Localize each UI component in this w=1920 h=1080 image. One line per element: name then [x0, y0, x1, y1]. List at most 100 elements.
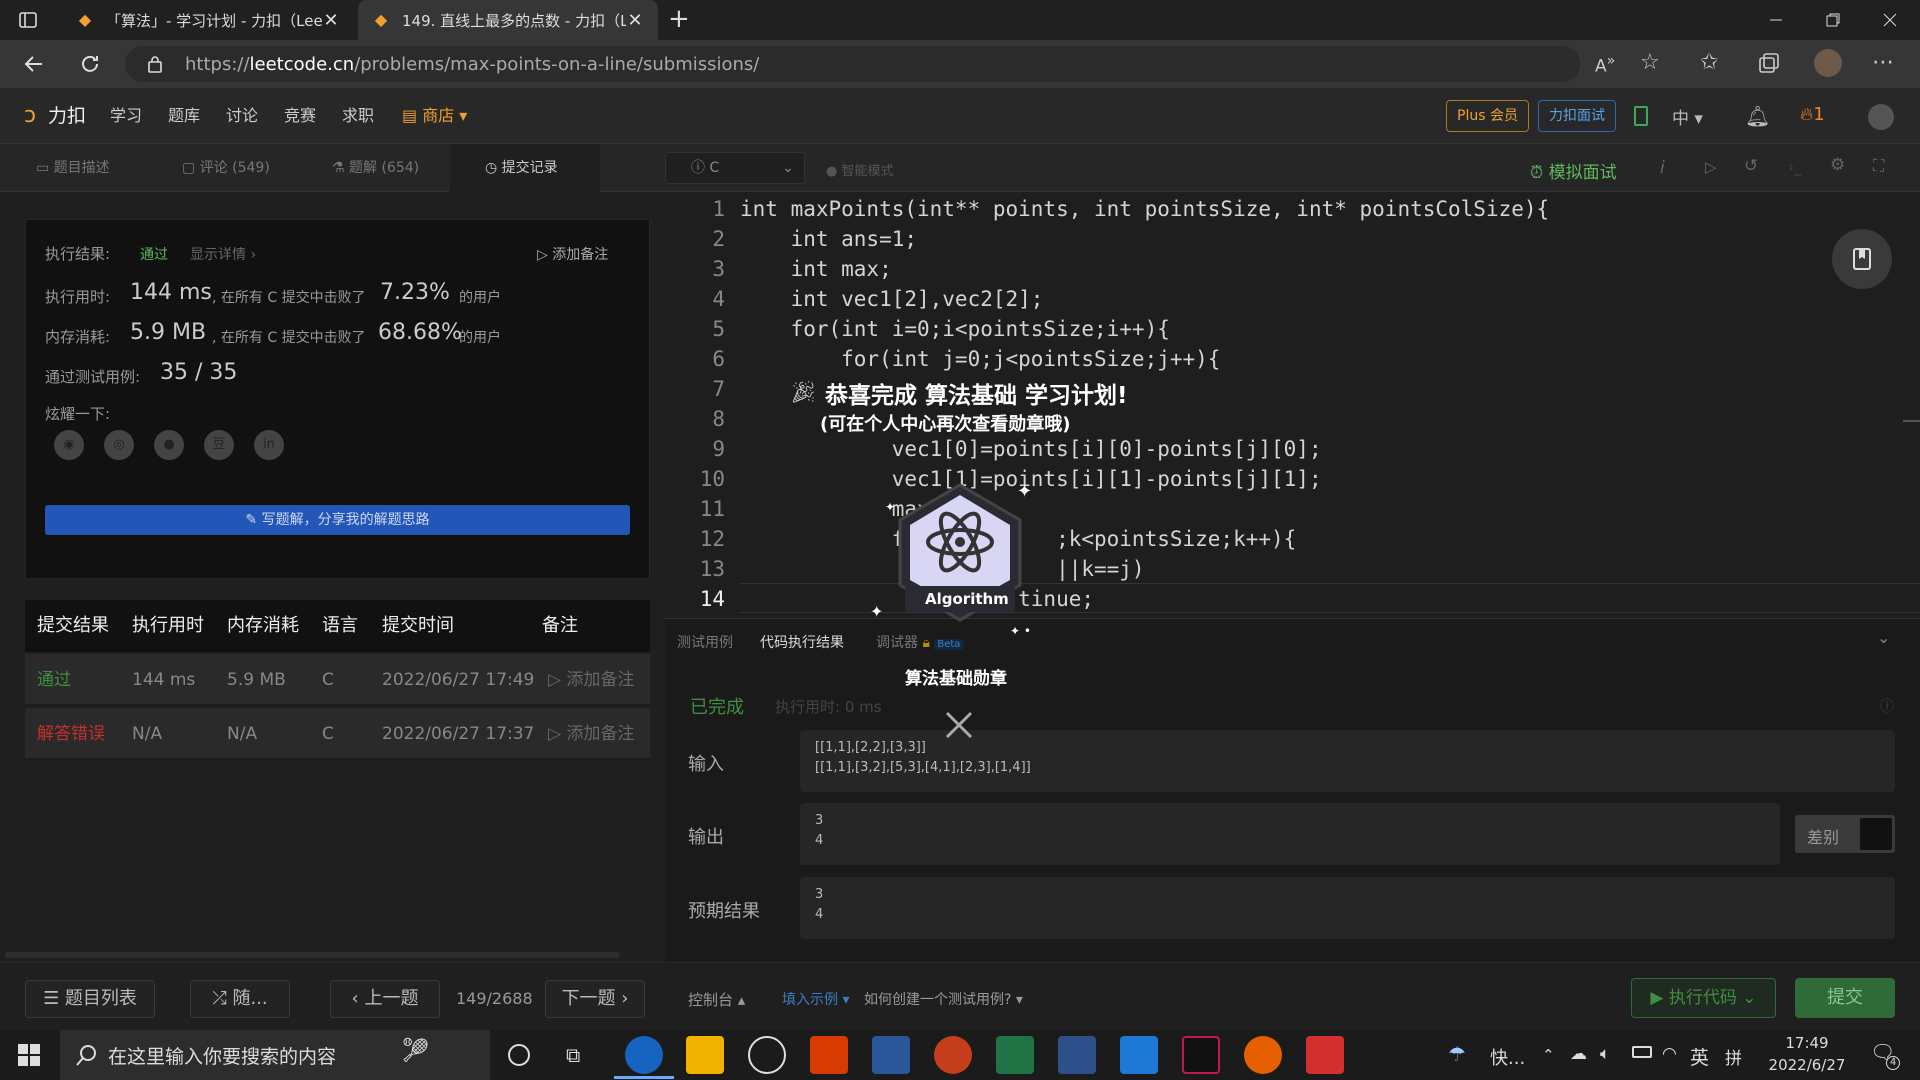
diff-toggle[interactable]: 差别 — [1795, 815, 1895, 853]
tab-testcase[interactable]: 测试用例 — [677, 632, 733, 652]
mock-interview-button[interactable]: ⏰︎ 模拟面试 — [1530, 158, 1617, 183]
how-to-testcase-link[interactable]: 如何创建一个测试用例? ▾ — [864, 989, 1023, 1009]
nav-jobs[interactable]: 求职 — [342, 88, 374, 144]
tab-debugger[interactable]: 调试器 🔒︎ Beta — [876, 632, 964, 652]
plus-member-button[interactable]: Plus 会员 — [1446, 100, 1529, 132]
firefox-icon[interactable] — [1244, 1036, 1282, 1074]
prev-problem-button[interactable]: ‹ 上一题 — [330, 980, 440, 1018]
language-switch[interactable]: 中 ▾ — [1672, 104, 1703, 129]
close-tab-icon[interactable]: ✕ — [626, 10, 644, 31]
edge-icon[interactable] — [625, 1036, 663, 1074]
qq-icon[interactable]: ● — [154, 430, 184, 460]
excel-icon[interactable] — [996, 1036, 1034, 1074]
run-code-button[interactable]: ▶ 执行代码 ⌄ — [1631, 978, 1776, 1018]
random-button[interactable]: ⤮ 随... — [190, 980, 290, 1018]
favorite-star-icon[interactable]: ☆ — [1640, 50, 1660, 75]
ime-lang[interactable]: 英 — [1690, 1043, 1709, 1070]
browser-tab-1[interactable]: ◆ 「算法」- 学习计划 - 力扣（Lee ✕ — [62, 0, 354, 40]
collections-icon[interactable] — [1758, 52, 1780, 74]
row-result[interactable]: 通过 — [37, 654, 71, 706]
linkedin-icon[interactable]: in — [254, 430, 284, 460]
restore-icon[interactable] — [1805, 0, 1861, 40]
reset-icon[interactable]: ↺ — [1744, 156, 1758, 176]
console-toggle[interactable]: 控制台 ▴ — [688, 989, 745, 1010]
language-select[interactable]: ⓘ C ⌄ — [665, 152, 805, 184]
site-logo-text[interactable]: 力扣 — [48, 88, 86, 144]
nav-problems[interactable]: 题库 — [168, 88, 200, 144]
wps-icon[interactable] — [1306, 1036, 1344, 1074]
terminal-icon[interactable]: ›_ — [1788, 158, 1802, 176]
powerpoint-icon[interactable] — [934, 1036, 972, 1074]
nav-learn[interactable]: 学习 — [110, 88, 142, 144]
clock-time[interactable]: 17:49 — [1772, 1034, 1842, 1052]
tab-solutions[interactable]: ⚗ 题解 (654) — [332, 144, 419, 192]
favorites-icon[interactable]: ✩ — [1700, 50, 1718, 75]
weather-text[interactable]: 快... — [1490, 1044, 1525, 1070]
tab-description[interactable]: ▭ 题目描述 — [36, 144, 110, 192]
battery-icon[interactable] — [1632, 1046, 1652, 1058]
wifi-icon[interactable]: ◠ — [1662, 1044, 1677, 1064]
row-add-note[interactable]: ▷ 添加备注 — [548, 708, 634, 760]
back-icon[interactable] — [22, 52, 46, 76]
run-icon[interactable]: ▷ — [1705, 158, 1717, 176]
refresh-icon[interactable] — [78, 52, 102, 76]
row-add-note[interactable]: ▷ 添加备注 — [548, 654, 634, 706]
fill-example-link[interactable]: 填入示例 ▾ — [782, 989, 849, 1009]
notes-icon[interactable] — [1832, 229, 1892, 289]
word-icon[interactable] — [872, 1036, 910, 1074]
user-avatar[interactable] — [1868, 104, 1894, 130]
new-tab-button[interactable]: + — [668, 4, 690, 34]
help-icon[interactable]: ⓘ — [1880, 696, 1894, 716]
leetcode-logo-icon[interactable]: ↄ — [24, 103, 36, 128]
tray-expand-icon[interactable]: ⌃ — [1542, 1046, 1555, 1064]
interview-button[interactable]: 力扣面试 — [1538, 100, 1616, 132]
url-field[interactable]: https://leetcode.cn/problems/max-points-… — [125, 46, 1580, 82]
tab-comments[interactable]: ▢ 评论 (549) — [182, 144, 270, 192]
task-view-icon[interactable]: ⧉ — [566, 1043, 580, 1067]
more-menu-icon[interactable]: ⋯ — [1872, 50, 1894, 75]
submit-button[interactable]: 提交 — [1795, 978, 1895, 1018]
nav-discuss[interactable]: 讨论 — [226, 88, 258, 144]
close-popup-icon[interactable] — [944, 710, 974, 740]
photos-icon[interactable] — [1120, 1036, 1158, 1074]
weather-icon[interactable]: ☂ — [1448, 1042, 1466, 1066]
problem-list-button[interactable]: ☰ 题目列表 — [25, 980, 155, 1018]
smart-mode-toggle[interactable]: ● 智能模式 — [826, 160, 894, 179]
streak-counter[interactable]: 🔥︎1 — [1800, 104, 1825, 125]
nav-store[interactable]: ▤ 商店 ▾ — [402, 88, 467, 144]
tab-submissions[interactable]: ◷ 提交记录 — [450, 144, 600, 192]
office-icon[interactable] — [810, 1036, 848, 1074]
add-note-button[interactable]: ▷ 添加备注 — [537, 244, 608, 264]
onedrive-icon[interactable]: ☁ — [1570, 1044, 1587, 1064]
weibo-icon[interactable]: ◎ — [104, 430, 134, 460]
ime-mode[interactable]: 拼 — [1725, 1044, 1742, 1069]
write-solution-button[interactable]: ✎ 写题解，分享我的解题思路 — [45, 505, 630, 535]
douban-icon[interactable]: 豆 — [204, 430, 234, 460]
dell-icon[interactable] — [748, 1036, 786, 1074]
horizontal-scrollbar[interactable] — [5, 952, 620, 958]
minimize-icon[interactable] — [1748, 0, 1804, 40]
settings-gear-icon[interactable]: ⚙ — [1830, 155, 1845, 175]
wechat-icon[interactable]: ◉ — [54, 430, 84, 460]
bell-icon[interactable]: 🔔︎ — [1745, 104, 1770, 128]
nav-contest[interactable]: 竞赛 — [284, 88, 316, 144]
show-details-link[interactable]: 显示详情 › — [190, 244, 256, 264]
tab-actions-icon[interactable] — [18, 10, 38, 30]
profile-avatar[interactable] — [1814, 49, 1842, 77]
intellij-icon[interactable] — [1182, 1036, 1220, 1074]
close-window-icon[interactable] — [1862, 0, 1918, 40]
browser-tab-2[interactable]: ◆ 149. 直线上最多的点数 - 力扣（L ✕ — [358, 0, 658, 40]
windows-start-icon[interactable] — [18, 1044, 40, 1066]
next-problem-button[interactable]: 下一题 › — [545, 980, 645, 1018]
cortana-icon[interactable] — [508, 1044, 530, 1066]
row-result[interactable]: 解答错误 — [37, 708, 105, 760]
folder-icon[interactable] — [686, 1036, 724, 1074]
fullscreen-icon[interactable]: ⛶ — [1873, 156, 1884, 176]
notebook-icon[interactable] — [1634, 106, 1648, 126]
info-icon[interactable]: i — [1660, 158, 1665, 178]
clock-date[interactable]: 2022/6/27 — [1766, 1056, 1848, 1074]
read-aloud-icon[interactable]: A» — [1595, 53, 1615, 77]
collapse-panel-icon[interactable]: ⌄ — [1877, 628, 1890, 647]
devcpp-icon[interactable] — [1058, 1036, 1096, 1074]
volume-icon[interactable]: 🔈︎ — [1600, 1044, 1610, 1064]
